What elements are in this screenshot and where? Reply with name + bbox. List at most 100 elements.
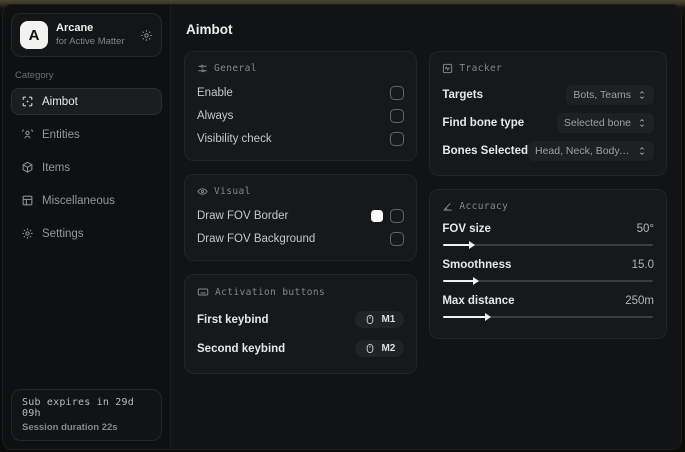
- eye-icon: [197, 186, 208, 197]
- second-keybind-button[interactable]: M2: [355, 340, 405, 357]
- app-logo: A: [20, 21, 48, 49]
- setting-label: Smoothness: [442, 259, 512, 271]
- sliders-icon: [197, 63, 208, 74]
- setting-label: Find bone type: [442, 117, 525, 129]
- tracker-card: Tracker Targets Bots, Teams Find bone ty…: [429, 51, 667, 176]
- always-checkbox[interactable]: [390, 108, 405, 123]
- visibility-check-checkbox[interactable]: [390, 131, 405, 146]
- sidebar-item-miscellaneous[interactable]: Miscellaneous: [11, 187, 162, 214]
- setting-label: FOV size: [442, 223, 491, 235]
- card-header-label: Tracker: [459, 63, 503, 74]
- setting-row-second-keybind: Second keybind M2: [197, 335, 405, 362]
- category-nav: Aimbot Entities Items Miscellaneous Sett…: [11, 88, 162, 247]
- dropdown-value: Head, Neck, Body, Pe…: [535, 145, 631, 157]
- unfold-icon: [637, 90, 647, 100]
- slider-value: 50°: [636, 223, 654, 235]
- setting-label: Bones Selected: [442, 145, 528, 157]
- subscription-info-box: Sub expires in 29d 09h Session duration …: [11, 389, 162, 441]
- mouse-icon: [364, 343, 376, 354]
- activity-icon: [442, 63, 453, 74]
- card-header-label: General: [214, 63, 257, 74]
- unfold-icon: [637, 146, 647, 156]
- cube-icon: [21, 161, 34, 174]
- slider-thumb[interactable]: [472, 277, 479, 285]
- fov-border-checkbox[interactable]: [390, 208, 405, 223]
- sidebar-item-label: Entities: [42, 128, 80, 141]
- dropdown-value: Bots, Teams: [573, 89, 631, 101]
- keybind-value: M1: [381, 314, 396, 325]
- setting-row-fov-background: Draw FOV Background: [197, 228, 405, 249]
- logo-card: A Arcane for Active Matter: [11, 13, 162, 57]
- slider-thumb[interactable]: [485, 313, 492, 321]
- setting-label: Second keybind: [197, 342, 286, 355]
- main-panel: Aimbot General Enable Always Visibility …: [171, 5, 681, 449]
- page-title: Aimbot: [186, 22, 233, 37]
- setting-row-always: Always: [197, 105, 405, 126]
- enable-checkbox[interactable]: [390, 85, 405, 100]
- panel-icon: [21, 194, 34, 207]
- dropdown-value: Selected bone: [563, 117, 631, 129]
- setting-label: Always: [197, 109, 234, 122]
- session-duration-text: Session duration 22s: [22, 422, 118, 433]
- card-header-label: Visual: [214, 186, 251, 197]
- accuracy-card: Accuracy FOV size 50° Smoothness 15.0 Ma…: [429, 189, 667, 339]
- app-title: Arcane: [56, 22, 94, 35]
- sidebar-item-settings[interactable]: Settings: [11, 220, 162, 247]
- slider-row-fov-size: FOV size 50°: [442, 220, 654, 249]
- fov-background-checkbox[interactable]: [390, 231, 405, 246]
- fov-border-color-swatch[interactable]: [371, 209, 384, 222]
- person-scan-icon: [21, 128, 34, 141]
- cheat-menu-window: A Arcane for Active Matter Category Aimb…: [2, 4, 682, 450]
- sub-expiry-text: Sub expires in 29d 09h: [22, 397, 134, 419]
- setting-label: Max distance: [442, 295, 515, 307]
- bones-selected-dropdown[interactable]: Head, Neck, Body, Pe…: [528, 141, 654, 161]
- max-distance-slider[interactable]: [443, 313, 653, 321]
- targets-dropdown[interactable]: Bots, Teams: [566, 85, 654, 105]
- sidebar: A Arcane for Active Matter Category Aimb…: [3, 5, 171, 449]
- card-header-label: Activation buttons: [215, 286, 326, 298]
- card-header-label: Accuracy: [459, 201, 509, 212]
- general-card: General Enable Always Visibility check: [184, 51, 418, 161]
- slider-row-smoothness: Smoothness 15.0: [442, 256, 654, 285]
- sidebar-item-items[interactable]: Items: [11, 154, 162, 181]
- gear-icon[interactable]: [140, 29, 153, 42]
- crosshair-scan-icon: [21, 95, 34, 108]
- setting-label: Visibility check: [197, 132, 272, 145]
- setting-label: Enable: [197, 86, 233, 99]
- slider-value: 15.0: [631, 259, 654, 271]
- setting-row-first-keybind: First keybind M1: [197, 306, 405, 333]
- setting-row-targets: Targets Bots, Teams: [442, 82, 654, 108]
- fov-size-slider[interactable]: [443, 241, 653, 249]
- setting-row-find-bone-type: Find bone type Selected bone: [442, 110, 654, 136]
- sidebar-item-aimbot[interactable]: Aimbot: [11, 88, 162, 115]
- slider-row-max-distance: Max distance 250m: [442, 292, 654, 321]
- activation-card: Activation buttons First keybind M1 Seco…: [184, 274, 418, 374]
- setting-row-enable: Enable: [197, 82, 405, 103]
- setting-label: Draw FOV Background: [197, 232, 316, 245]
- sidebar-item-label: Items: [42, 161, 71, 174]
- visual-card: Visual Draw FOV Border Draw FOV Backgrou…: [184, 174, 418, 261]
- find-bone-type-dropdown[interactable]: Selected bone: [556, 113, 654, 133]
- angle-icon: [442, 201, 453, 212]
- setting-row-fov-border: Draw FOV Border: [197, 205, 405, 226]
- sidebar-item-label: Settings: [42, 227, 84, 240]
- game-backdrop: A Arcane for Active Matter Category Aimb…: [0, 0, 685, 452]
- setting-row-bones-selected: Bones Selected Head, Neck, Body, Pe…: [442, 138, 654, 164]
- app-subtitle: for Active Matter: [56, 35, 125, 47]
- unfold-icon: [637, 118, 647, 128]
- sidebar-item-label: Aimbot: [42, 95, 78, 108]
- sidebar-item-entities[interactable]: Entities: [11, 121, 162, 148]
- category-label: Category: [15, 70, 54, 81]
- mouse-icon: [364, 314, 376, 325]
- setting-row-visibility-check: Visibility check: [197, 128, 405, 149]
- keyboard-icon: [197, 286, 209, 298]
- first-keybind-button[interactable]: M1: [355, 311, 405, 328]
- slider-thumb[interactable]: [468, 241, 475, 249]
- gear-icon: [21, 227, 34, 240]
- slider-value: 250m: [625, 295, 654, 307]
- smoothness-slider[interactable]: [443, 277, 653, 285]
- setting-label: Draw FOV Border: [197, 209, 289, 222]
- keybind-value: M2: [381, 343, 396, 354]
- setting-label: Targets: [442, 89, 484, 101]
- setting-label: First keybind: [197, 313, 269, 326]
